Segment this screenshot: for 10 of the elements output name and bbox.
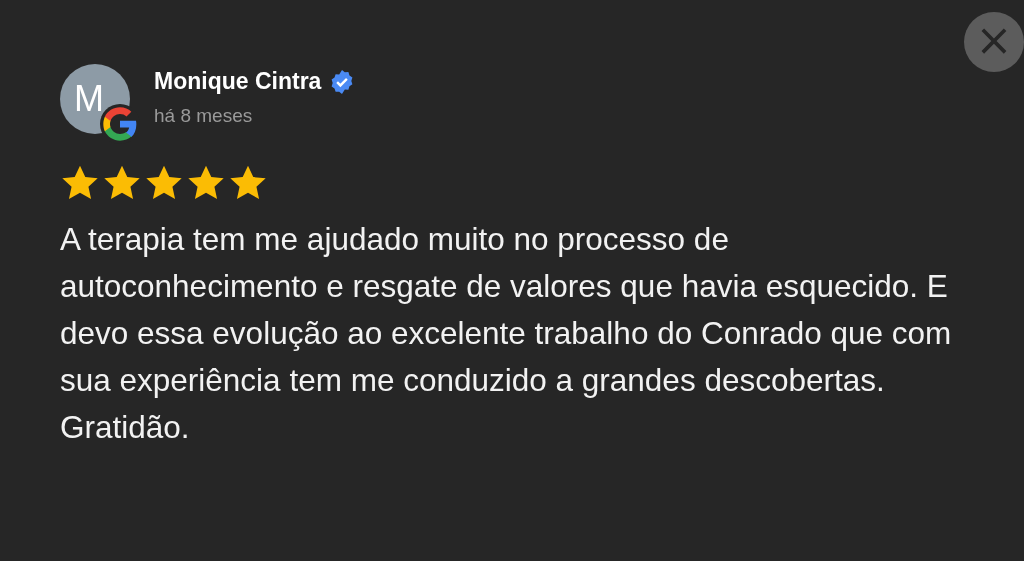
author-name: Monique Cintra [154, 68, 322, 95]
star-icon [228, 164, 268, 202]
star-icon [102, 164, 142, 202]
star-icon [144, 164, 184, 202]
star-icon [186, 164, 226, 202]
star-icon [60, 164, 100, 202]
google-logo-icon [100, 104, 140, 144]
review-text: A terapia tem me ajudado muito no processo de autoconhecimento e resgate de valores que havia esquecido. E devo essa evolução ao excelente trabalho do Conrado que com sua experiência tem me conduzido a grandes descobertas. Gratidão. [60, 220, 953, 447]
close-button[interactable]: × [964, 12, 1024, 72]
review-time: há 8 meses [154, 105, 254, 127]
